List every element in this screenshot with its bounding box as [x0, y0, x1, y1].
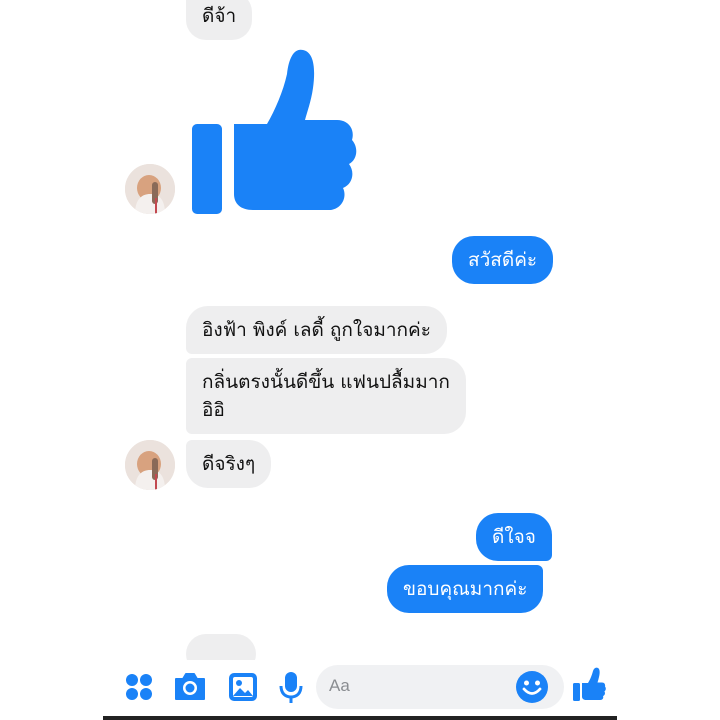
gallery-icon[interactable] [227, 671, 259, 703]
avatar-photo [125, 440, 175, 490]
thumbs-up-icon[interactable] [572, 667, 606, 703]
message-input-placeholder: Aa [329, 676, 350, 695]
avatar-photo [125, 164, 175, 214]
message-line: อิอิ [202, 399, 225, 421]
incoming-message[interactable]: อิงฟ้า พิงค์ เลดี้ ถูกใจมากค่ะ [186, 306, 447, 354]
outgoing-message[interactable]: ขอบคุณมากค่ะ [387, 565, 544, 613]
outgoing-message[interactable]: สวัสดีค่ะ [452, 236, 554, 284]
emoji-icon[interactable] [514, 669, 550, 705]
avatar[interactable] [125, 164, 175, 214]
thumbs-up-sticker[interactable] [187, 44, 357, 218]
message-line: กลิ่นตรงนั้นดีขึ้น แฟนปลื้มมาก [202, 371, 450, 393]
outgoing-message[interactable]: ดีใจจ [476, 513, 552, 561]
incoming-message[interactable]: ดีจริงๆ [186, 440, 272, 488]
incoming-message[interactable]: กลิ่นตรงนั้นดีขึ้น แฟนปลื้มมาก อิอิ [186, 358, 466, 434]
incoming-message[interactable]: ดีจ้า [186, 0, 253, 40]
chat-screen: ดีจ้า สวัสดีค่ะ อิงฟ้า พิงค์ เลดี้ ถูกใจ… [103, 0, 617, 720]
menu-dots-icon[interactable] [124, 672, 154, 702]
bottom-divider [103, 716, 617, 720]
camera-icon[interactable] [173, 671, 207, 703]
microphone-icon[interactable] [279, 671, 303, 705]
avatar[interactable] [125, 440, 175, 490]
